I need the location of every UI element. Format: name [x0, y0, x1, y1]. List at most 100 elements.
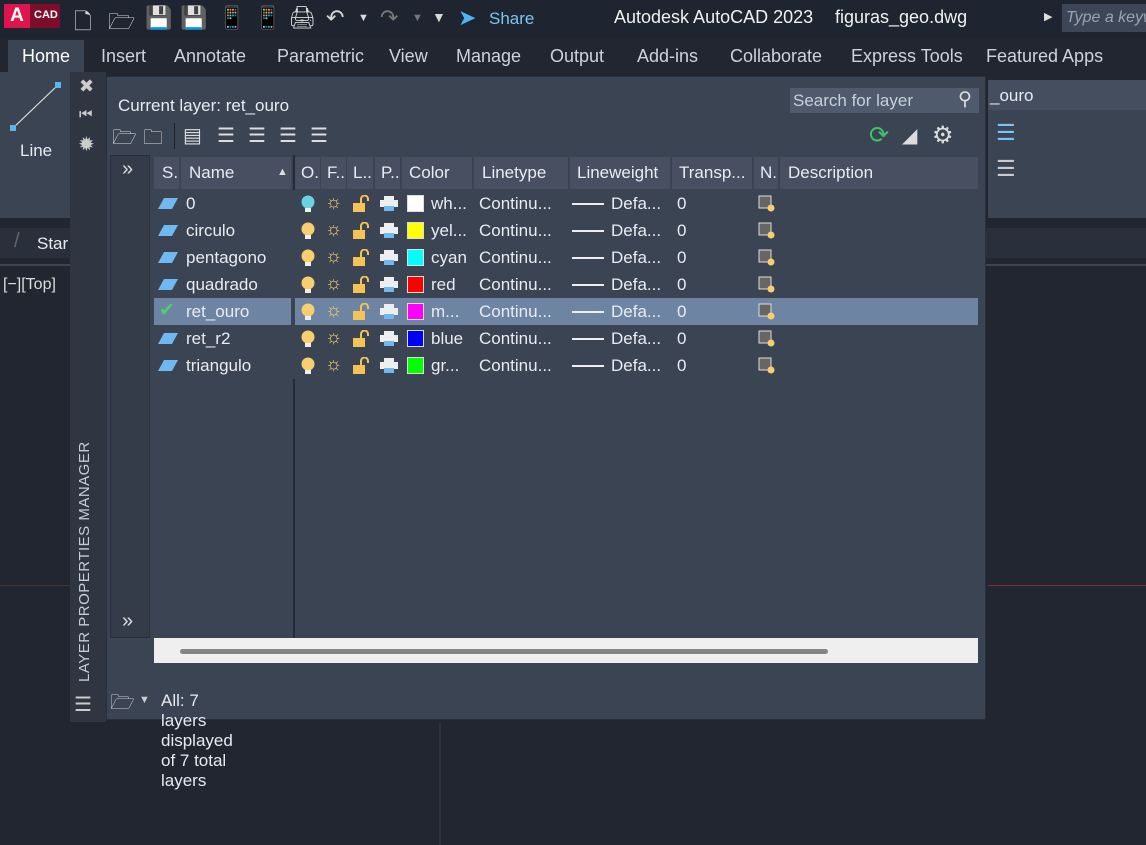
close-icon[interactable]: ✖ — [79, 76, 94, 97]
layer-states-manager-icon[interactable]: ▤ — [183, 123, 202, 148]
file-tab-start[interactable]: Star — [37, 234, 68, 254]
layer-name[interactable]: ret_r2 — [186, 325, 230, 352]
layer-row[interactable]: ✔ ret_ouro ☼ m... Continu... Defa... 0 — [154, 298, 978, 325]
color-swatch[interactable] — [407, 303, 424, 320]
column-header-on[interactable]: O.. — [295, 157, 320, 189]
open-from-web-icon[interactable]: 📱 — [218, 5, 245, 31]
tab-insert[interactable]: Insert — [87, 40, 160, 72]
lightbulb-on-icon[interactable] — [301, 276, 315, 294]
palette-title-strip[interactable]: ✖ ⏮ ✹ LAYER PROPERTIES MANAGER ☰ — [70, 72, 106, 722]
layer-row[interactable]: ret_r2 ☼ blue Continu... Defa... 0 — [154, 325, 978, 352]
new-vp-freeze-icon[interactable] — [758, 276, 776, 294]
unlock-icon[interactable] — [352, 249, 370, 267]
lineweight[interactable]: Defa... — [611, 352, 661, 379]
tab-add-ins[interactable]: Add-ins — [623, 40, 712, 72]
linetype[interactable]: Continu... — [479, 244, 552, 271]
tab-home[interactable]: Home — [8, 40, 85, 72]
column-header-linetype[interactable]: Linetype — [474, 157, 568, 189]
new-group-filter-icon[interactable]: 🗀 — [143, 123, 163, 157]
layer-name[interactable]: circulo — [186, 217, 235, 244]
transparency[interactable]: 0 — [677, 244, 686, 271]
transparency[interactable]: 0 — [677, 325, 686, 352]
lineweight[interactable]: Defa... — [611, 298, 661, 325]
lineweight[interactable]: Defa... — [611, 325, 661, 352]
column-header-color[interactable]: Color — [402, 157, 472, 189]
sun-thaw-icon[interactable]: ☼ — [325, 354, 342, 376]
column-header-new-vp-freeze[interactable]: N.. — [754, 157, 778, 189]
layer-row[interactable]: 0 ☼ wh... Continu... Defa... 0 — [154, 190, 978, 217]
new-vp-freeze-icon[interactable] — [758, 357, 776, 375]
color-name[interactable]: yel... — [431, 217, 467, 244]
linetype[interactable]: Continu... — [479, 190, 552, 217]
column-header-lock[interactable]: L.. — [347, 157, 373, 189]
color-swatch[interactable] — [407, 249, 424, 266]
transparency[interactable]: 0 — [677, 271, 686, 298]
transparency[interactable]: 0 — [677, 190, 686, 217]
linetype[interactable]: Continu... — [479, 217, 552, 244]
tab-manage[interactable]: Manage — [442, 40, 535, 72]
horizontal-scrollbar[interactable] — [154, 638, 978, 663]
layer-combo[interactable]: _ouro — [988, 80, 1146, 110]
tab-collaborate[interactable]: Collaborate — [716, 40, 836, 72]
sun-thaw-icon[interactable]: ☼ — [325, 327, 342, 349]
transparency[interactable]: 0 — [677, 352, 686, 379]
undo-icon[interactable]: ↶ — [326, 5, 344, 31]
layer-row[interactable]: triangulo ☼ gr... Continu... Defa... 0 — [154, 352, 978, 379]
new-vp-freeze-icon[interactable] — [758, 330, 776, 348]
sun-thaw-icon[interactable]: ☼ — [325, 192, 342, 214]
layer-filter-dropdown-icon[interactable]: 🗁 — [110, 688, 135, 722]
new-vp-freeze-icon[interactable] — [758, 195, 776, 213]
unlock-icon[interactable] — [352, 330, 370, 348]
printer-icon[interactable] — [379, 277, 399, 293]
unlock-icon[interactable] — [352, 303, 370, 321]
auto-hide-icon[interactable]: ⏮ — [79, 106, 93, 123]
scrollbar-thumb[interactable] — [180, 649, 828, 654]
sun-thaw-icon[interactable]: ☼ — [325, 219, 342, 241]
linetype[interactable]: Continu... — [479, 352, 552, 379]
lightbulb-on-icon[interactable] — [301, 222, 315, 240]
tab-express-tools[interactable]: Express Tools — [837, 40, 977, 72]
column-header-name[interactable]: Name — [181, 157, 291, 189]
expand-arrow-icon[interactable]: ▶ — [1044, 10, 1052, 23]
viewport-controls[interactable]: [−][Top] — [3, 276, 56, 294]
transparency[interactable]: 0 — [677, 298, 686, 325]
unlock-icon[interactable] — [352, 357, 370, 375]
plot-icon[interactable]: 🖨 — [288, 5, 316, 31]
color-name[interactable]: cyan — [431, 244, 467, 271]
set-current-icon[interactable]: ☰ — [310, 123, 328, 148]
color-swatch[interactable] — [407, 222, 424, 239]
layer-name[interactable]: ret_ouro — [186, 298, 249, 325]
layer-name[interactable]: quadrado — [186, 271, 258, 298]
layer-name[interactable]: pentagono — [186, 244, 266, 271]
column-header-description[interactable]: Description — [780, 157, 978, 189]
keyword-search-input[interactable]: Type a keyword — [1062, 4, 1146, 32]
new-vp-freeze-icon[interactable] — [758, 303, 776, 321]
line-button[interactable]: Line — [20, 141, 52, 161]
properties-gear-icon[interactable]: ✹ — [78, 132, 95, 157]
layer-row[interactable]: pentagono ☼ cyan Continu... Defa... 0 — [154, 244, 978, 271]
redo-icon[interactable]: ↷ — [380, 5, 398, 31]
printer-icon[interactable] — [379, 358, 399, 374]
color-swatch[interactable] — [407, 357, 424, 374]
tab-annotate[interactable]: Annotate — [160, 40, 260, 72]
color-name[interactable]: red — [431, 271, 456, 298]
color-name[interactable]: gr... — [431, 352, 459, 379]
column-header-lineweight[interactable]: Lineweight — [570, 157, 670, 189]
lineweight[interactable]: Defa... — [611, 217, 661, 244]
column-header-transparency[interactable]: Transp... — [672, 157, 752, 189]
new-vp-freeze-icon[interactable] — [758, 249, 776, 267]
lightbulb-on-icon[interactable] — [301, 357, 315, 375]
lineweight[interactable]: Defa... — [611, 190, 661, 217]
layer-properties-icon[interactable]: ☰ — [996, 120, 1016, 146]
color-name[interactable]: m... — [431, 298, 459, 325]
transparency[interactable]: 0 — [677, 217, 686, 244]
color-swatch[interactable] — [407, 276, 424, 293]
new-icon[interactable]: 🗋 — [74, 5, 92, 43]
layer-name[interactable]: 0 — [186, 190, 195, 217]
share-button[interactable]: Share — [489, 9, 534, 29]
lightbulb-on-icon[interactable] — [301, 249, 315, 267]
new-layer-icon[interactable]: ☰ — [217, 123, 235, 148]
column-header-plot[interactable]: P.. — [375, 157, 400, 189]
tab-view[interactable]: View — [375, 40, 442, 72]
linetype[interactable]: Continu... — [479, 325, 552, 352]
